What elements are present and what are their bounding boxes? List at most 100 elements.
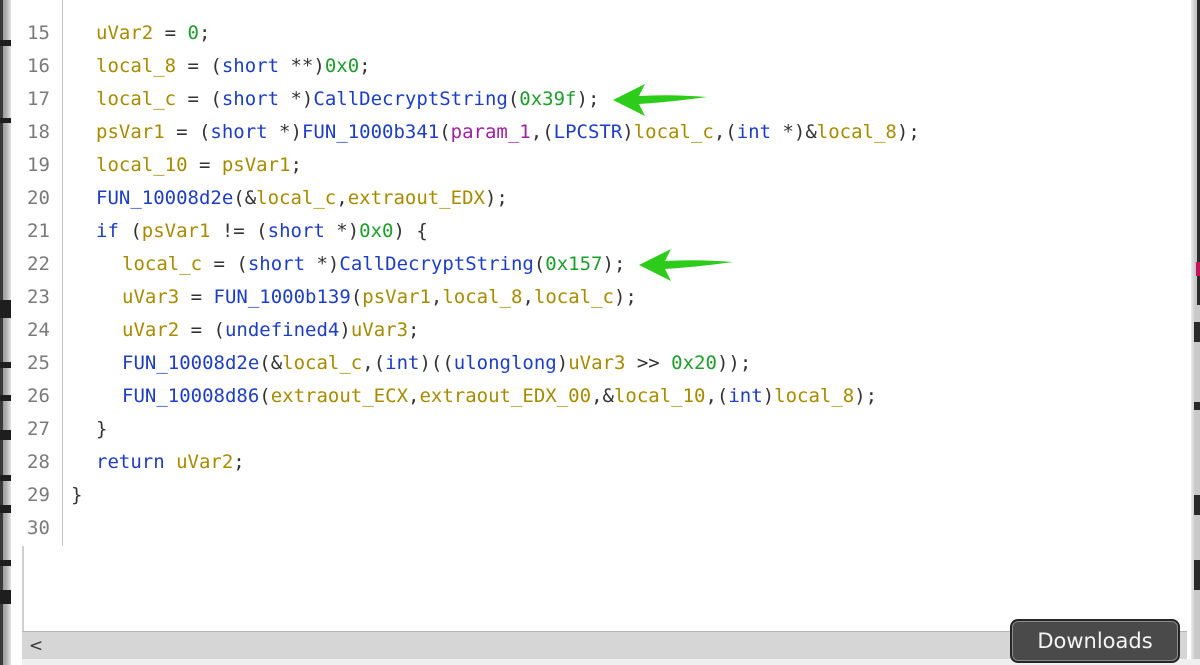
line-number: 15 — [27, 22, 50, 44]
code-token-punctuation: ,& — [591, 385, 614, 407]
code-token-variable: local_8 — [774, 385, 855, 407]
line-number: 18 — [27, 121, 50, 143]
line-number: 14 — [27, 0, 50, 11]
code-token-type: short — [210, 121, 268, 143]
window-frame-right — [1191, 0, 1200, 665]
line-number: 25 — [27, 352, 50, 374]
code-token-keyword: return — [96, 451, 165, 473]
downloads-button[interactable]: Downloads — [1010, 619, 1180, 663]
code-token-punctuation: )(( — [419, 352, 454, 374]
code-line: FUN_10008d2e(&local_c,extraout_EDX); — [96, 182, 508, 215]
code-token-function: FUN_1000b341 — [301, 121, 440, 143]
code-line: local_c = (short *)CallDecryptString(0x3… — [96, 83, 599, 116]
scroll-left-button[interactable]: < — [26, 636, 46, 656]
code-token-variable: psVar1 — [141, 220, 211, 242]
code-line: local_c = (short *)CallDecryptString(0x1… — [122, 248, 625, 281]
code-token-function: CallDecryptString — [313, 88, 508, 110]
code-token-punctuation: ,( — [713, 121, 737, 143]
code-token-punctuation: ) — [556, 352, 569, 374]
code-token-punctuation: = — [187, 154, 222, 176]
code-token-number: 0x157 — [545, 253, 603, 275]
code-token-punctuation: ; — [290, 154, 302, 176]
code-token-variable: psVar1 — [96, 121, 165, 143]
code-token-punctuation: ); — [602, 253, 626, 275]
code-token-variable: local_10 — [96, 154, 188, 176]
code-token-punctuation: ) — [339, 319, 351, 341]
code-token-type: short — [267, 220, 325, 242]
decompiler-code-view[interactable]: 14 15 16 17 18 19 20 21 22 23 24 25 26 27 28 29 30 uVar… — [22, 0, 1187, 665]
line-number: 19 — [27, 154, 50, 176]
line-number: 29 — [27, 484, 50, 506]
code-token-punctuation: = ( — [176, 88, 222, 110]
code-token-punctuation: *) — [267, 121, 302, 143]
code-token-punctuation: ); — [484, 187, 508, 209]
code-token-type: short — [221, 88, 280, 110]
code-line: uVar3 = FUN_1000b139(psVar1,local_8,loca… — [122, 281, 637, 314]
code-token-variable: local_8 — [96, 55, 177, 77]
line-number: 22 — [27, 253, 50, 275]
line-number: 20 — [27, 187, 50, 209]
code-token-punctuation: ; — [359, 55, 371, 77]
code-token-type: int — [736, 121, 772, 143]
code-token-punctuation: ) — [762, 385, 775, 407]
code-token-function: FUN_10008d86 — [122, 385, 260, 407]
code-token-punctuation — [165, 451, 176, 473]
code-token-punctuation: (& — [233, 187, 257, 209]
code-line: FUN_10008d2e(&local_c,(int)((ulonglong)u… — [122, 347, 751, 380]
left-pointing-arrow-icon — [613, 84, 708, 116]
code-token-punctuation: ,( — [705, 385, 729, 407]
code-line: } — [71, 479, 82, 512]
code-line: local_8 = (short **)0x0; — [96, 50, 371, 83]
code-token-punctuation: >> — [625, 352, 672, 374]
code-token-variable: uVar2 — [96, 22, 154, 44]
code-token-punctuation: = — [153, 22, 188, 44]
code-token-type: ulonglong — [453, 352, 557, 374]
code-line: FUN_10008d86(extraout_ECX,extraout_EDX_0… — [122, 380, 877, 413]
code-token-punctuation: ); — [576, 88, 600, 110]
code-token-punctuation: ( — [259, 385, 271, 407]
code-token-type: int — [385, 352, 420, 374]
code-token-punctuation: *)& — [771, 121, 817, 143]
code-token-punctuation: , — [522, 286, 534, 308]
code-token-parameter: param_1 — [450, 121, 531, 143]
code-token-punctuation: = — [179, 286, 214, 308]
window-frame-left — [0, 0, 11, 665]
code-token-variable: psVar1 — [362, 286, 431, 308]
code-token-variable: local_c — [96, 88, 177, 110]
code-token-function: FUN_10008d2e — [96, 187, 234, 209]
code-token-punctuation: *) — [305, 253, 340, 275]
code-token-punctuation: ( — [118, 220, 142, 242]
left-pointing-arrow-icon — [639, 249, 734, 281]
code-token-punctuation: != ( — [210, 220, 268, 242]
code-token-punctuation: = ( — [179, 319, 225, 341]
line-number: 17 — [27, 88, 50, 110]
code-line: return uVar2; — [96, 446, 245, 479]
code-line: if (psVar1 != (short *)0x0) { — [96, 215, 428, 248]
code-token-function: FUN_1000b139 — [213, 286, 351, 308]
line-number: 16 — [27, 55, 50, 77]
code-token-punctuation: ( — [507, 88, 520, 110]
code-line: uVar2 = (undefined4)uVar3; — [122, 314, 419, 347]
code-token-variable: local_c — [256, 187, 337, 209]
code-token-punctuation: ; — [198, 22, 211, 44]
code-token-punctuation: ); — [613, 286, 637, 308]
code-token-variable: extraout_EDX — [347, 187, 485, 209]
code-token-variable: extraout_ECX — [270, 385, 409, 407]
code-token-variable: local_c — [533, 286, 614, 308]
code-token-type: short — [221, 55, 280, 77]
code-line: psVar1 = (short *)FUN_1000b341(param_1,(… — [96, 116, 920, 149]
line-number: 26 — [27, 385, 50, 407]
code-token-function: FUN_10008d2e — [122, 352, 260, 374]
code-token-variable: local_8 — [816, 121, 897, 143]
line-number: 23 — [27, 286, 50, 308]
code-token-variable: uVar2 — [122, 319, 180, 341]
code-token-variable: local_10 — [613, 385, 706, 407]
code-token-number: 0x20 — [671, 352, 717, 374]
code-token-punctuation: *) — [324, 220, 360, 242]
code-token-variable: local_c — [633, 121, 714, 143]
code-token-punctuation: , — [408, 385, 420, 407]
code-token-punctuation: ( — [350, 286, 363, 308]
code-line: } — [96, 413, 107, 446]
code-token-punctuation: ( — [439, 121, 451, 143]
code-token-punctuation: = ( — [202, 253, 248, 275]
